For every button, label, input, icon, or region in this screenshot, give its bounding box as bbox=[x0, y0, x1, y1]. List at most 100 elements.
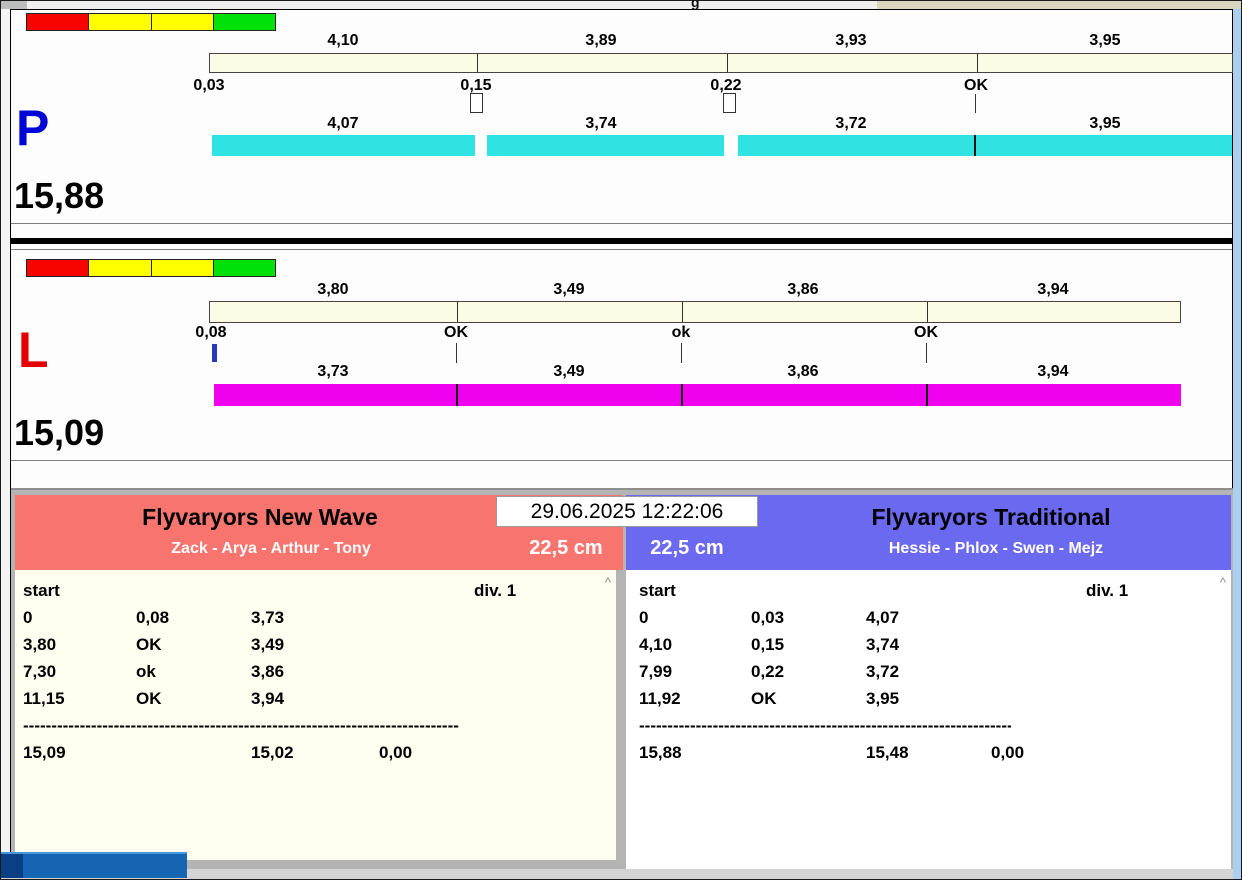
yellow-light bbox=[151, 260, 214, 276]
red-light bbox=[27, 14, 90, 30]
team-name: Flyvaryors New Wave bbox=[142, 504, 378, 530]
cumulative-time: 11,92 bbox=[639, 689, 681, 708]
red-light bbox=[27, 260, 90, 276]
application-window: 4,10 3,89 3,93 3,95 0,03 0,15 0,22 OK 4,… bbox=[0, 0, 1242, 880]
leg-time: 3,95 bbox=[866, 689, 900, 708]
split-tick bbox=[456, 343, 457, 363]
split-label: OK bbox=[444, 324, 468, 341]
lane-l-upper-bar bbox=[209, 301, 1181, 323]
bar-tick bbox=[977, 54, 978, 72]
segment-time-label: 3,95 bbox=[1089, 32, 1121, 49]
bar-tick bbox=[727, 54, 728, 72]
split-label: 0,03 bbox=[193, 77, 225, 94]
segment-time-label: 3,89 bbox=[585, 32, 617, 49]
division-label: div. 1 bbox=[474, 581, 517, 600]
leg-time: 3,74 bbox=[866, 635, 900, 654]
sum-leg-times: 15,02 bbox=[251, 743, 294, 762]
section-divider-line bbox=[11, 460, 1232, 461]
datetime-display: 29.06.2025 12:22:06 bbox=[496, 496, 758, 527]
start-label: start bbox=[23, 581, 60, 600]
penalty-total: 0,00 bbox=[379, 743, 413, 762]
leg-time: 3,49 bbox=[251, 635, 285, 654]
total-time: 15,88 bbox=[639, 743, 682, 762]
table-row: 11,92 OK 3,95 bbox=[626, 689, 1231, 716]
leg-time: 3,94 bbox=[251, 689, 285, 708]
segment-time-label: 3,86 bbox=[787, 281, 819, 298]
cumulative-time: 7,30 bbox=[23, 662, 57, 681]
segment-time-label: 4,10 bbox=[327, 32, 359, 49]
leg-time: 3,72 bbox=[866, 662, 900, 681]
sum-leg-times: 15,48 bbox=[866, 743, 909, 762]
total-time: 15,09 bbox=[23, 743, 66, 762]
bar-divider bbox=[926, 384, 928, 406]
totals-row: 15,88 15,48 0,00 bbox=[626, 743, 1231, 770]
segment-time-label: 3,80 bbox=[317, 281, 349, 298]
green-light bbox=[213, 260, 275, 276]
lane-p-lower-bar-segment bbox=[212, 135, 475, 156]
leg-time: 3,86 bbox=[251, 662, 285, 681]
segment-time-label: 3,49 bbox=[553, 281, 585, 298]
start-label: start bbox=[639, 581, 676, 600]
taskbar-button-icon-area bbox=[1, 854, 23, 878]
top-corner-fragment bbox=[1, 1, 27, 9]
cumulative-time: 4,10 bbox=[639, 635, 673, 654]
lane-p-upper-bar bbox=[209, 53, 1233, 73]
lane-l-lower-bar bbox=[214, 384, 1181, 406]
split-label: ok bbox=[671, 324, 691, 341]
bar-divider bbox=[456, 384, 458, 406]
team-left-results-table[interactable]: ^ start div. 1 0 0,08 3,73 3,80 OK 3,49 … bbox=[15, 570, 616, 860]
lane-p-total-time: 15,88 bbox=[14, 175, 105, 216]
segment-time-label: 3,94 bbox=[1037, 363, 1069, 380]
lane-l-letter: L bbox=[18, 322, 49, 378]
bar-tick bbox=[477, 54, 478, 72]
cumulative-time: 0 bbox=[639, 608, 649, 627]
bar-divider bbox=[681, 384, 683, 406]
penalty-marker-box bbox=[470, 93, 483, 113]
bar-tick bbox=[927, 302, 928, 322]
start-marker-tick bbox=[212, 344, 217, 362]
split-label: OK bbox=[914, 324, 938, 341]
table-row: 7,99 0,22 3,72 bbox=[626, 662, 1231, 689]
team-members: Hessie - Phlox - Swen - Mejz bbox=[888, 540, 1104, 557]
background-taskbar-button[interactable] bbox=[1, 852, 187, 878]
bar-tick bbox=[682, 302, 683, 322]
lane-p-lower-bar-segment bbox=[976, 135, 1232, 156]
penalty-total: 0,00 bbox=[991, 743, 1025, 762]
table-row: 0 0,03 4,07 bbox=[626, 608, 1231, 635]
team-size-label: 22,5 cm bbox=[650, 537, 724, 559]
section-divider-line bbox=[11, 249, 1232, 250]
segment-time-label: 3,72 bbox=[835, 115, 867, 132]
segment-time-label: 3,93 bbox=[835, 32, 867, 49]
separator-row: ----------------------------------------… bbox=[15, 716, 616, 743]
bottom-edge-strip bbox=[1, 869, 1241, 879]
cumulative-time: 0 bbox=[23, 608, 33, 627]
results-panel: Flyvaryors New Wave Zack - Arya - Arthur… bbox=[11, 488, 1233, 871]
team-name: Flyvaryors Traditional bbox=[871, 504, 1111, 530]
changeover-result: ok bbox=[136, 662, 156, 681]
lane-p-lower-bar-segment bbox=[487, 135, 724, 156]
team-right-results-table[interactable]: ^ start div. 1 0 0,03 4,07 4,10 0,15 3,7… bbox=[626, 570, 1231, 871]
table-row: 7,30 ok 3,86 bbox=[15, 662, 616, 689]
table-row: 0 0,08 3,73 bbox=[15, 608, 616, 635]
team-members: Zack - Arya - Arthur - Tony bbox=[171, 540, 371, 557]
split-tick bbox=[926, 343, 927, 363]
penalty-marker-box bbox=[723, 93, 736, 113]
segment-time-label: 3,95 bbox=[1089, 115, 1121, 132]
leg-time: 3,73 bbox=[251, 608, 285, 627]
segment-time-label: 3,49 bbox=[553, 363, 585, 380]
lane-p-lower-bar-segment bbox=[738, 135, 974, 156]
segment-time-label: 3,73 bbox=[317, 363, 349, 380]
segment-time-label: 3,86 bbox=[787, 363, 819, 380]
green-light bbox=[213, 14, 275, 30]
split-label: 0,08 bbox=[195, 324, 227, 341]
split-label: OK bbox=[964, 77, 988, 94]
totals-row: 15,09 15,02 0,00 bbox=[15, 743, 616, 770]
split-tick bbox=[975, 94, 976, 113]
section-divider-line bbox=[11, 223, 1232, 224]
team-size-label: 22,5 cm bbox=[529, 537, 603, 559]
bar-tick bbox=[457, 302, 458, 322]
changeover-result: 0,03 bbox=[751, 608, 785, 627]
changeover-result: OK bbox=[136, 635, 162, 654]
changeover-result: OK bbox=[136, 689, 162, 708]
separator-row: ----------------------------------------… bbox=[626, 716, 1231, 743]
